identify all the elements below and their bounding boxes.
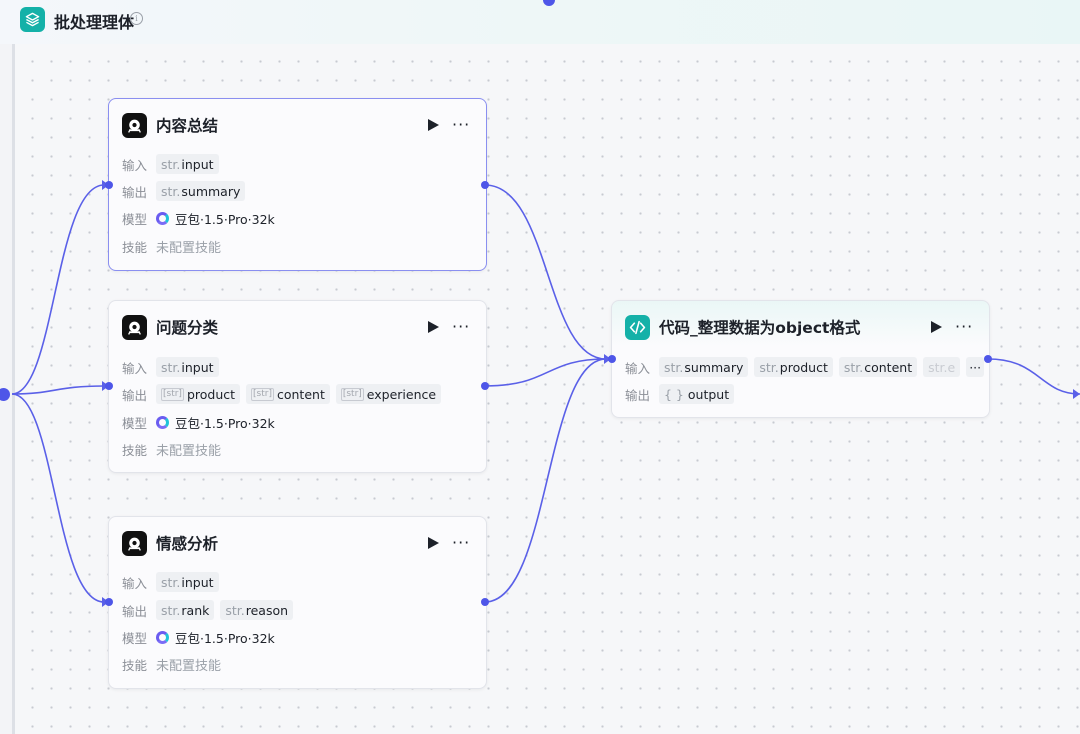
sentiment-output-port[interactable] bbox=[481, 598, 489, 606]
input-tag: str. input bbox=[156, 572, 219, 592]
output-label: 输出 bbox=[122, 387, 148, 403]
edge-summary-to-code[interactable] bbox=[484, 184, 607, 360]
llm-node-classify[interactable]: 问题分类 ··· 输入 str. input 输出 [str] product [s… bbox=[108, 300, 487, 473]
node-title: 情感分析 bbox=[156, 535, 219, 553]
input-tag: str. product bbox=[754, 357, 833, 377]
input-label: 输入 bbox=[625, 360, 651, 376]
output-tag: str. summary bbox=[156, 181, 246, 201]
node-title: 问题分类 bbox=[156, 319, 219, 337]
code-icon bbox=[625, 314, 650, 340]
input-label: 输入 bbox=[122, 360, 148, 376]
edge-sentiment-to-code[interactable] bbox=[484, 358, 607, 603]
output-label: 输出 bbox=[122, 184, 148, 200]
input-tag-truncated: str. e bbox=[923, 357, 961, 377]
output-tag: [str] product bbox=[156, 384, 241, 404]
summary-input-port[interactable] bbox=[105, 181, 113, 189]
input-label: 输入 bbox=[122, 575, 148, 591]
skill-label: 技能 bbox=[122, 442, 148, 458]
doubao-logo-icon bbox=[156, 630, 169, 644]
output-label: 输出 bbox=[625, 387, 651, 403]
code-input-port[interactable] bbox=[608, 355, 616, 363]
input-tag: str. summary bbox=[659, 357, 749, 377]
input-tag: str. input bbox=[156, 357, 219, 377]
more-icon[interactable]: ··· bbox=[955, 317, 973, 336]
doubao-logo-icon bbox=[156, 415, 169, 429]
input-tag: str. content bbox=[838, 357, 918, 377]
skill-value: 未配置技能 bbox=[156, 240, 222, 256]
model-label: 模型 bbox=[122, 630, 148, 646]
classify-input-port[interactable] bbox=[105, 382, 113, 390]
skill-value: 未配置技能 bbox=[156, 658, 222, 674]
output-tag: [str] content bbox=[246, 384, 330, 404]
output-tag: str. reason bbox=[220, 600, 294, 620]
llm-avatar-icon bbox=[122, 112, 147, 138]
more-icon[interactable]: ··· bbox=[452, 317, 470, 336]
input-label: 输入 bbox=[122, 157, 148, 173]
more-icon[interactable]: ··· bbox=[452, 533, 470, 552]
edge-start-to-summary[interactable] bbox=[11, 184, 105, 395]
arrow-next-input bbox=[1073, 389, 1080, 399]
play-icon[interactable] bbox=[428, 321, 439, 333]
output-tag: [str] experience bbox=[335, 384, 442, 404]
node-title: 内容总结 bbox=[156, 117, 219, 135]
sentiment-input-port[interactable] bbox=[105, 598, 113, 606]
output-label: 输出 bbox=[122, 603, 148, 619]
node-title: 代码_整理数据为object格式 bbox=[659, 319, 861, 337]
output-tag: { } output bbox=[659, 384, 735, 404]
model-label: 模型 bbox=[122, 415, 148, 431]
model-value: 豆包·1.5·Pro·32k bbox=[156, 628, 275, 647]
skill-label: 技能 bbox=[122, 239, 148, 255]
edge-start-to-classify[interactable] bbox=[11, 385, 105, 395]
model-value: 豆包·1.5·Pro·32k bbox=[156, 413, 275, 432]
input-tag: str. input bbox=[156, 154, 219, 174]
doubao-logo-icon bbox=[156, 211, 169, 225]
output-tag: str. rank bbox=[156, 600, 215, 620]
code-node[interactable]: 代码_整理数据为object格式 ··· 输入 str. summary str.… bbox=[611, 300, 990, 418]
skill-label: 技能 bbox=[122, 657, 148, 673]
edge-classify-to-code[interactable] bbox=[484, 358, 607, 387]
skill-value: 未配置技能 bbox=[156, 443, 222, 459]
model-value: 豆包·1.5·Pro·32k bbox=[156, 209, 275, 228]
play-icon[interactable] bbox=[428, 119, 439, 131]
play-icon[interactable] bbox=[428, 537, 439, 549]
summary-output-port[interactable] bbox=[481, 181, 489, 189]
edge-start-to-sentiment[interactable] bbox=[11, 393, 105, 603]
llm-node-summary[interactable]: 内容总结 ··· 输入 str. input 输出 str. summary 模型 … bbox=[108, 98, 487, 271]
more-inputs-button[interactable]: ··· bbox=[966, 357, 985, 377]
code-output-port[interactable] bbox=[984, 355, 992, 363]
model-label: 模型 bbox=[122, 211, 148, 227]
classify-output-port[interactable] bbox=[481, 382, 489, 390]
play-icon[interactable] bbox=[931, 321, 942, 333]
llm-avatar-icon bbox=[122, 314, 147, 340]
more-icon[interactable]: ··· bbox=[452, 115, 470, 134]
edge-code-to-next[interactable] bbox=[987, 358, 1080, 395]
llm-avatar-icon bbox=[122, 530, 147, 556]
llm-node-sentiment[interactable]: 情感分析 ··· 输入 str. input 输出 str. rank str. re… bbox=[108, 516, 487, 689]
